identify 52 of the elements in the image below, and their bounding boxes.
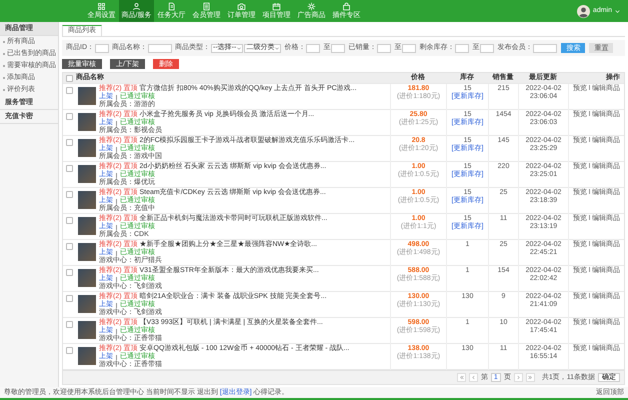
caret-icon[interactable]: [615, 10, 620, 12]
input-field[interactable]: [533, 44, 558, 52]
caret-icon: [237, 46, 242, 50]
bag-icon: [342, 2, 351, 11]
photo-placeholder: [78, 191, 96, 209]
checkbox[interactable]: [66, 139, 73, 146]
checkbox[interactable]: [66, 87, 73, 94]
list-icon: [202, 2, 211, 11]
camera-icon: [237, 2, 246, 11]
photo-placeholder: [78, 269, 96, 287]
caret-icon: [275, 46, 280, 50]
input-field[interactable]: [455, 44, 470, 52]
checkbox[interactable]: [66, 295, 73, 302]
checkbox[interactable]: [66, 347, 73, 354]
page-nav-button[interactable]: [526, 373, 535, 382]
avatar-icon[interactable]: [576, 4, 590, 18]
photo-placeholder: [78, 113, 96, 131]
page-nav-button[interactable]: [468, 373, 478, 382]
chevron-left-icon: [470, 375, 476, 380]
checkbox[interactable]: [66, 165, 73, 172]
document-icon: [167, 2, 176, 11]
photo-placeholder: [78, 295, 96, 313]
input-field[interactable]: [480, 44, 494, 52]
input-field[interactable]: [377, 44, 392, 52]
input-field[interactable]: [331, 44, 346, 52]
settings-icon: [307, 2, 316, 11]
checkbox[interactable]: [66, 74, 73, 82]
checkbox[interactable]: [66, 321, 73, 328]
page-nav-button[interactable]: [514, 373, 523, 382]
chevron-right-icon: [516, 375, 521, 380]
input-field[interactable]: [95, 44, 109, 52]
grid-icon: [97, 2, 106, 11]
checkbox[interactable]: [66, 113, 73, 120]
double-chevron-left-icon: [458, 375, 464, 380]
checkbox[interactable]: [66, 191, 73, 198]
double-chevron-right-icon: [528, 375, 533, 380]
page-nav-button[interactable]: [456, 373, 466, 382]
checkbox[interactable]: [66, 269, 73, 276]
photo-placeholder: [78, 87, 96, 105]
checkbox[interactable]: [66, 217, 73, 224]
photo-placeholder: [78, 321, 96, 339]
photo-placeholder: [78, 347, 96, 365]
photo-placeholder: [78, 139, 96, 157]
input-field[interactable]: [402, 44, 416, 52]
calendar-icon: [272, 2, 281, 11]
user-icon: [132, 2, 141, 11]
photo-placeholder: [78, 217, 96, 235]
photo-placeholder: [78, 243, 96, 261]
checkbox[interactable]: [66, 243, 73, 250]
input-field[interactable]: [148, 44, 172, 52]
photo-placeholder: [78, 165, 96, 183]
input-field[interactable]: [306, 44, 320, 52]
